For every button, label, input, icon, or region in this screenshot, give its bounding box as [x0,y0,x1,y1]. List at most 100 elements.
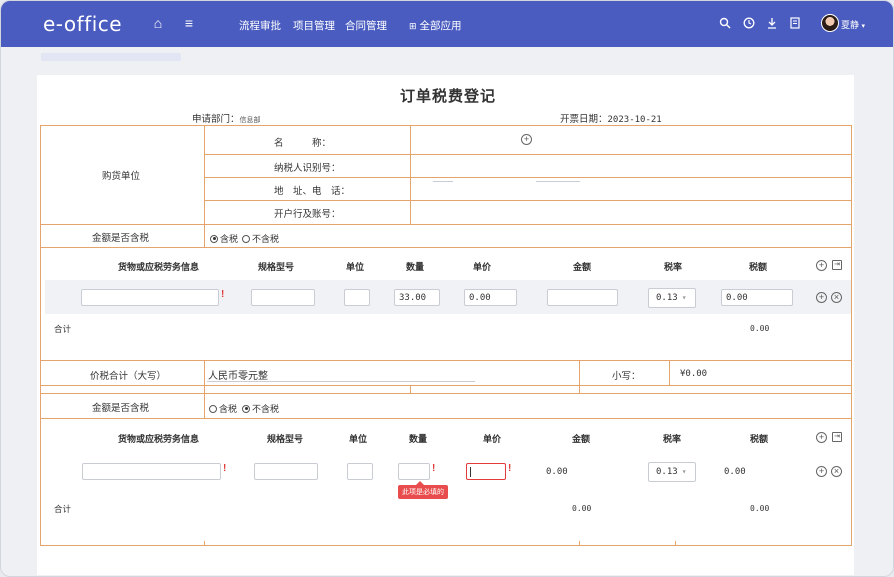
grid-line [675,541,676,545]
department-info: 申请部门：信息部 [192,111,261,125]
invoice-date-info: 开票日期：2023-10-21 [560,111,662,125]
col-unit-price: 单价 [473,262,492,272]
total-label-1: 合计 [54,324,72,334]
unit-input[interactable] [344,289,370,306]
radio-label: 含税 [220,234,239,244]
add-buyer-icon[interactable]: + [521,134,532,145]
grid-line [579,360,580,393]
grid-line [204,393,205,418]
grid-line [40,545,852,546]
required-mark: ! [508,463,512,474]
hamburger-menu-icon[interactable]: ≡ [181,15,197,31]
remove-row-icon[interactable]: × [831,292,842,303]
radio-label: 含税 [219,404,238,414]
col-quantity: 数量 [406,262,425,272]
menu-all-apps-label: 全部应用 [419,20,462,32]
department-value: 信息部 [239,117,261,124]
download-icon[interactable] [764,15,780,31]
grid-line [40,393,852,394]
radio-dot-checked [242,404,250,413]
grid-line [40,247,852,248]
text-cursor [470,467,471,477]
grid-line [40,418,852,419]
grid-line [40,385,852,386]
amount-value: 0.00 [546,467,568,477]
quantity-input[interactable]: 33.00 [394,289,440,306]
remove-row-icon[interactable]: × [831,466,842,477]
add-row-icon[interactable]: + [816,292,827,303]
grid-line [40,224,852,225]
total-amount-2: 0.00 [572,504,592,513]
radio-dot-checked [210,234,218,243]
radio-tax-included-2[interactable]: 含税 [209,402,237,415]
amount-input[interactable] [547,289,618,306]
tax-included-label-1: 金额是否含税 [92,233,150,244]
document-icon[interactable] [787,15,803,31]
field-underline [207,381,475,382]
bank-account-label: 开户行及账号： [274,209,341,220]
radio-label: 不含税 [252,404,280,414]
menu-projects[interactable]: 项目管理 [293,18,335,33]
col-amount: 金额 [573,262,592,272]
col-tax-amount: 税额 [749,262,768,272]
add-row-icon[interactable]: + [816,260,827,271]
user-menu[interactable]: 夏静 ▾ [841,18,865,31]
total-tax-2: 0.00 [750,504,770,513]
tax-rate-select[interactable]: 0.13 ▾ [648,462,696,482]
tax-amount-input[interactable]: 0.00 [721,289,793,306]
radio-tax-excluded-1[interactable]: 不含税 [242,232,279,245]
top-navigation-bar: e-office ⌂ ≡ 流程审批 项目管理 合同管理 ⊞ 全部应用 夏静 ▾ [1,1,893,47]
col-goods: 货物或应税劳务信息 [118,262,200,272]
page-title: 订单税费登记 [399,88,496,105]
import-icon[interactable]: ⇥ [832,432,842,442]
user-avatar[interactable] [821,14,839,32]
grid-line [40,125,41,545]
radio-tax-excluded-2[interactable]: 不含税 [242,402,279,415]
col-goods: 货物或应税劳务信息 [118,434,200,444]
department-label: 申请部门： [192,114,240,125]
spec-input[interactable] [254,463,318,480]
tax-included-label-2: 金额是否含税 [92,403,150,414]
unit-price-input[interactable]: 0.00 [464,289,517,306]
add-row-icon[interactable]: + [816,466,827,477]
import-icon[interactable]: ⇥ [832,260,842,270]
col-spec: 规格型号 [267,434,304,444]
app-window: e-office ⌂ ≡ 流程审批 项目管理 合同管理 ⊞ 全部应用 夏静 ▾ … [0,0,894,577]
goods-input[interactable] [81,289,219,306]
col-unit-price: 单价 [483,434,502,444]
unit-price-input[interactable] [466,463,506,480]
tax-rate-select[interactable]: 0.13 ▾ [648,288,696,308]
required-mark: ! [432,463,436,474]
field-underline [536,181,580,182]
invoice-date-label: 开票日期： [560,114,608,125]
taxpayer-id-label: 纳税人识别号： [274,163,341,174]
col-quantity: 数量 [409,434,428,444]
spec-input[interactable] [251,289,315,306]
radio-label: 不含税 [252,234,280,244]
col-tax-amount: 税额 [750,434,769,444]
search-icon[interactable] [717,15,733,31]
tax-rate-value: 0.13 [656,467,678,477]
app-logo[interactable]: e-office [43,12,122,36]
tax-rate-value: 0.13 [656,293,678,303]
menu-workflow[interactable]: 流程审批 [239,18,281,33]
username: 夏静 [841,20,860,30]
clock-icon[interactable] [741,15,757,31]
radio-dot [242,234,250,243]
grid-line [669,360,670,385]
col-amount: 金额 [572,434,591,444]
grid-icon: ⊞ [409,21,417,31]
radio-tax-included-1[interactable]: 含税 [210,232,238,245]
grid-line [40,360,852,361]
home-icon[interactable]: ⌂ [150,15,166,31]
quantity-input[interactable] [398,463,430,480]
add-row-icon[interactable]: + [816,432,827,443]
tax-amount-value: 0.00 [724,467,746,477]
grid-line [851,125,852,545]
menu-contracts[interactable]: 合同管理 [345,18,387,33]
unit-input[interactable] [347,463,373,480]
menu-all-apps[interactable]: ⊞ 全部应用 [409,18,461,33]
goods-input[interactable] [82,463,221,480]
required-tooltip: 此项是必填的 [398,481,448,499]
required-mark: ! [221,289,225,300]
